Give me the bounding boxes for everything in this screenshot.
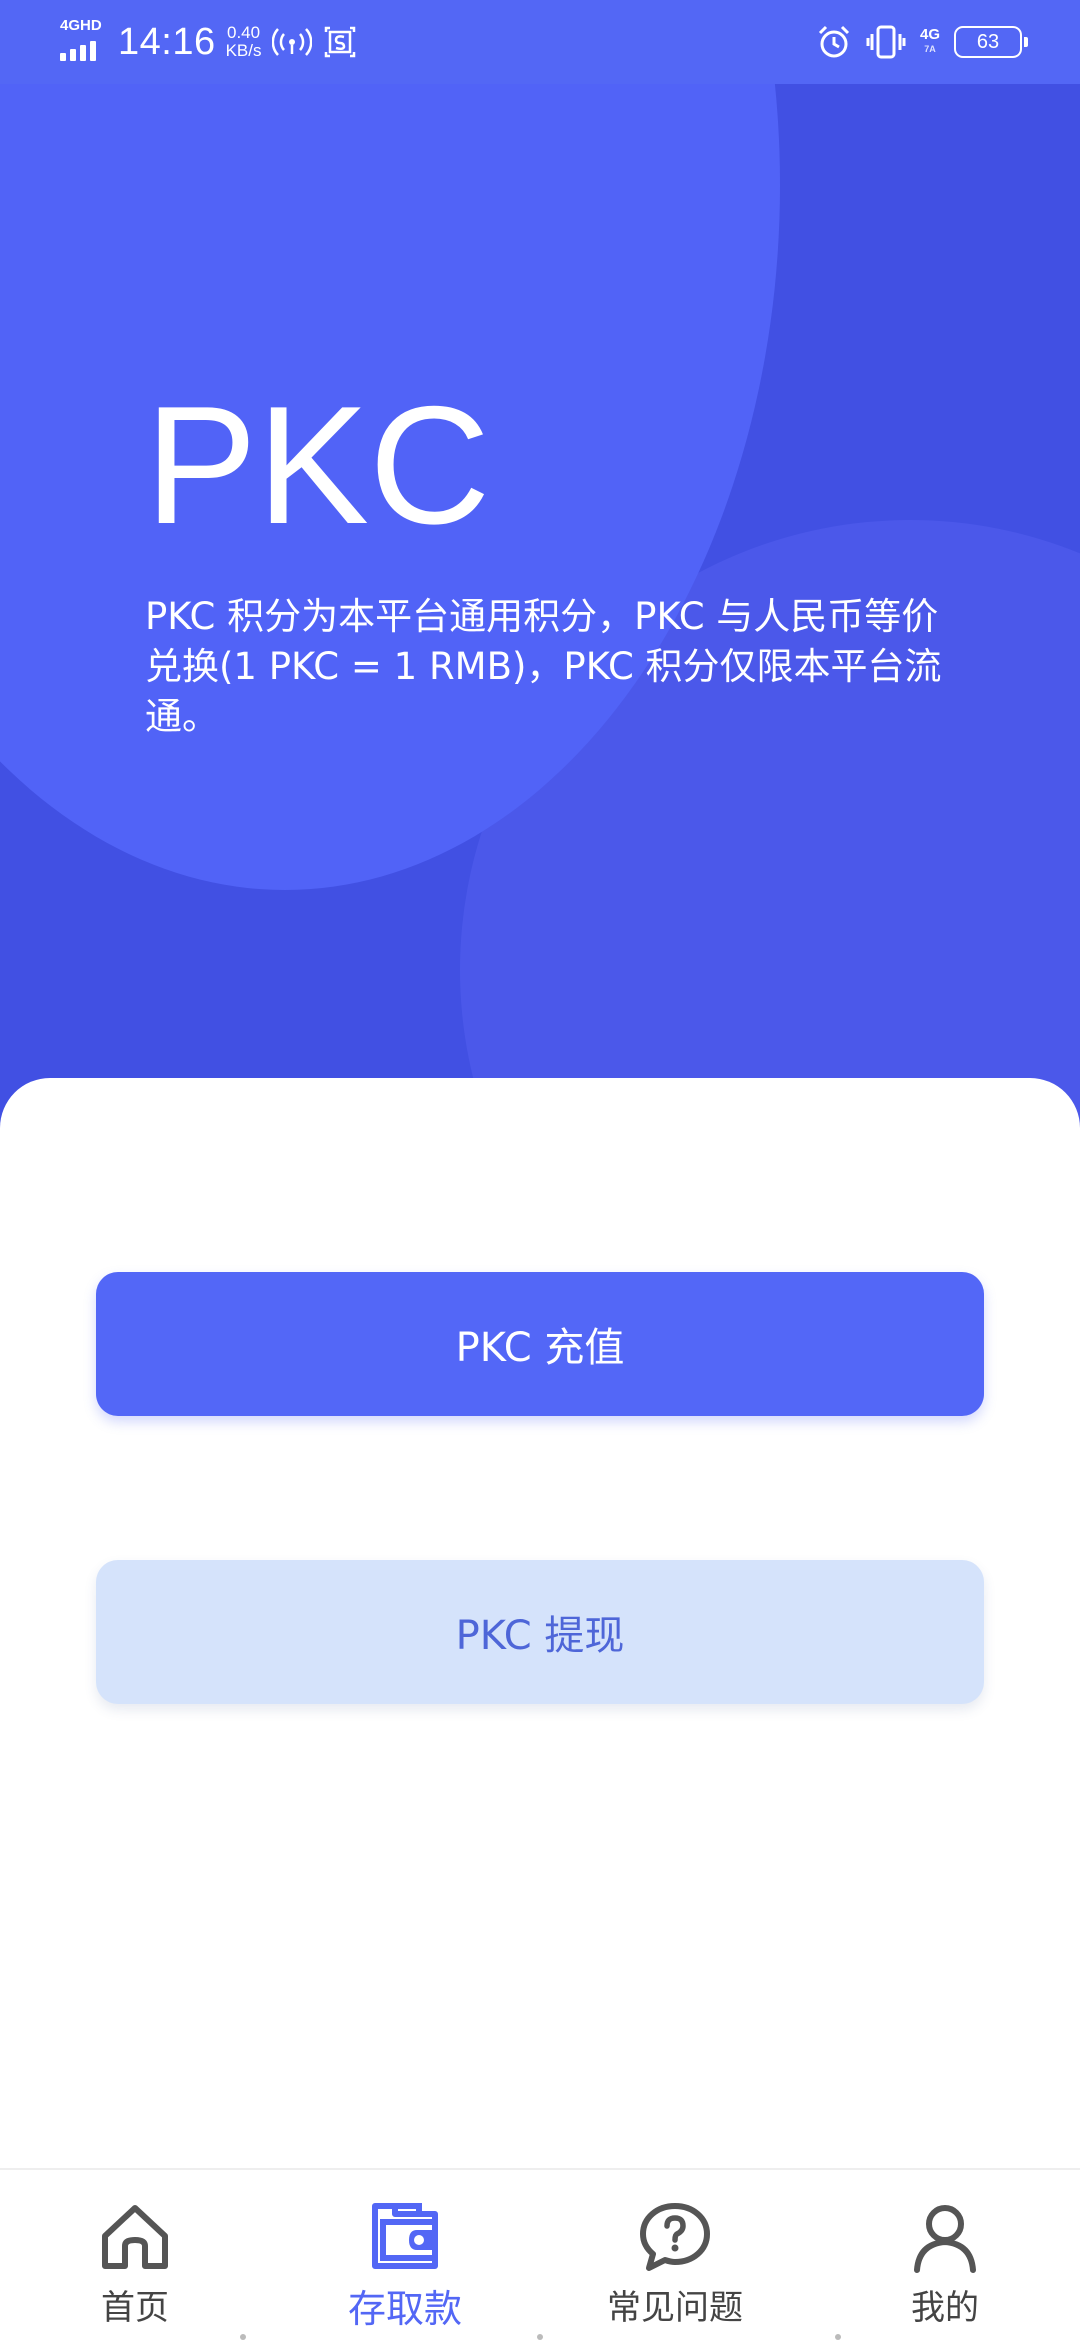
- alarm-icon: [816, 24, 852, 60]
- recharge-button[interactable]: PKC 充值: [96, 1272, 984, 1416]
- bottom-navigation: 首页 存取款 常见问题 我的: [0, 2168, 1080, 2340]
- network-speed-unit: KB/s: [225, 41, 262, 60]
- nav-dot: [537, 2334, 543, 2340]
- network-speed: 0.40 KB/s: [226, 24, 262, 60]
- nav-label-deposit-withdraw: 存取款: [347, 2287, 462, 2331]
- nav-label-profile: 我的: [911, 2288, 979, 2328]
- network-type-label: 4GHD: [60, 17, 102, 34]
- battery-level: 63: [976, 30, 1000, 53]
- nav-label-home: 首页: [101, 2288, 169, 2328]
- nav-dot: [835, 2334, 841, 2340]
- vibrate-icon: [866, 24, 906, 60]
- nav-item-faq[interactable]: 常见问题: [540, 2170, 810, 2340]
- nav-item-deposit-withdraw[interactable]: 存取款: [270, 2170, 540, 2340]
- withdraw-button[interactable]: PKC 提现: [96, 1560, 984, 1704]
- hotspot-icon: [271, 24, 312, 60]
- nav-dot: [240, 2334, 246, 2340]
- lte-sub-label: 7A: [924, 44, 936, 54]
- nav-indicator-dots: [0, 2330, 1080, 2340]
- hero-banner: [0, 0, 1080, 1180]
- nav-item-profile[interactable]: 我的: [810, 2170, 1080, 2340]
- home-icon: [95, 2196, 175, 2276]
- status-time: 14:16: [118, 20, 216, 63]
- status-bar-left: 4GHD 14:16 0.40 KB/s: [58, 14, 358, 70]
- cellular-signal-icon: 4GHD: [58, 17, 108, 65]
- battery-icon: 63: [954, 26, 1028, 58]
- user-icon: [905, 2196, 985, 2276]
- status-bar: 4GHD 14:16 0.40 KB/s 4G 7A 63: [0, 0, 1080, 84]
- help-chat-icon: [635, 2196, 715, 2276]
- nav-item-home[interactable]: 首页: [0, 2170, 270, 2340]
- screenshot-icon: [322, 24, 358, 60]
- lte-indicator: 4G 7A: [919, 26, 940, 56]
- hero-description: PKC 积分为本平台通用积分，PKC 与人民币等价兑换(1 PKC = 1 RM…: [145, 595, 942, 738]
- lte-label: 4G: [919, 26, 940, 43]
- page-title: PKC: [145, 371, 491, 559]
- nav-label-faq: 常见问题: [607, 2288, 743, 2328]
- status-bar-right: 4G 7A 63: [816, 14, 1028, 70]
- network-speed-value: 0.40: [227, 23, 261, 42]
- wallet-icon: [365, 2196, 445, 2276]
